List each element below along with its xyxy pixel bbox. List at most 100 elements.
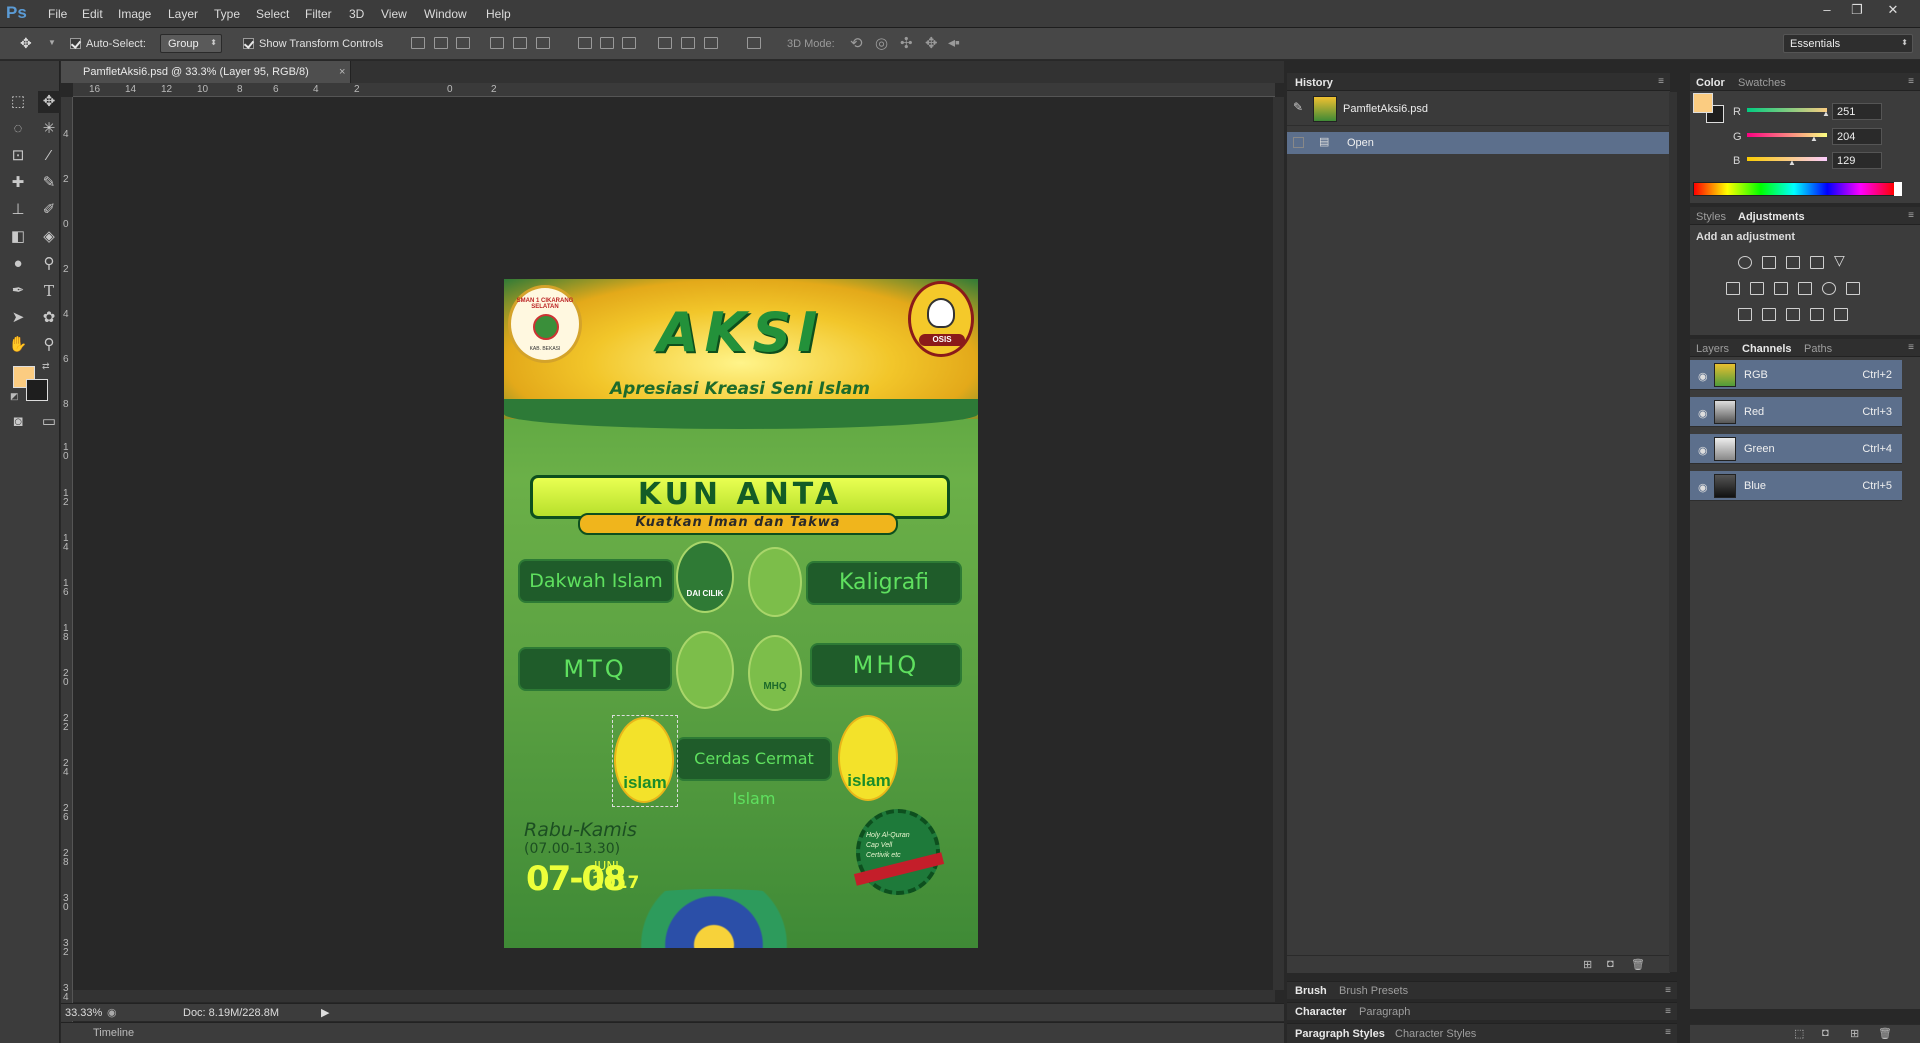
brush-tool-icon[interactable]: ✎ xyxy=(38,172,60,194)
restore-button[interactable]: ❐ xyxy=(1846,2,1868,20)
brightness-contrast-icon[interactable] xyxy=(1738,256,1752,269)
panel-menu-icon[interactable]: ≡ xyxy=(1908,342,1914,353)
slider-thumb-icon[interactable]: ▲ xyxy=(1810,134,1818,143)
menu-window[interactable]: Window xyxy=(424,7,467,21)
distribute-left-icon[interactable] xyxy=(658,37,672,49)
status-menu-arrow-icon[interactable]: ▶ xyxy=(321,1006,329,1019)
slider-thumb-icon[interactable]: ▲ xyxy=(1822,109,1830,118)
posterize-icon[interactable] xyxy=(1762,308,1776,321)
new-channel-icon[interactable]: ⊞ xyxy=(1850,1027,1859,1040)
horizontal-scrollbar[interactable] xyxy=(73,990,1275,1002)
channel-mixer-icon[interactable] xyxy=(1822,282,1836,295)
auto-select-checkbox[interactable] xyxy=(70,38,81,49)
align-right-icon[interactable] xyxy=(536,37,550,49)
zoom-tool-icon[interactable]: ⚲ xyxy=(38,334,60,356)
status-info-icon[interactable]: ◉ xyxy=(107,1006,117,1019)
align-top-icon[interactable] xyxy=(411,37,425,49)
tab-paths[interactable]: Paths xyxy=(1804,343,1832,355)
dodge-tool-icon[interactable]: ⚲ xyxy=(38,253,60,275)
3d-slide-icon[interactable]: ✥ xyxy=(925,34,938,52)
3d-rotate-icon[interactable]: ⟲ xyxy=(850,34,863,52)
curves-icon[interactable] xyxy=(1786,256,1800,269)
align-vcenter-icon[interactable] xyxy=(434,37,448,49)
menu-select[interactable]: Select xyxy=(256,7,289,21)
move-tool-icon[interactable]: ✥ xyxy=(20,35,32,52)
3d-drag-icon[interactable]: ✣ xyxy=(900,34,913,52)
tab-brush[interactable]: Brush xyxy=(1295,985,1327,997)
levels-icon[interactable] xyxy=(1762,256,1776,269)
tab-brush-presets[interactable]: Brush Presets xyxy=(1339,985,1408,997)
menu-filter[interactable]: Filter xyxy=(305,7,332,21)
panel-menu-icon[interactable]: ≡ xyxy=(1665,1027,1671,1038)
crop-tool-icon[interactable]: ⊡ xyxy=(7,145,29,167)
distribute-right-icon[interactable] xyxy=(704,37,718,49)
history-brush-source-icon[interactable]: ✎ xyxy=(1293,100,1303,114)
tab-channels[interactable]: Channels xyxy=(1742,343,1792,355)
auto-align-icon[interactable] xyxy=(747,37,761,49)
visibility-eye-icon[interactable]: ◉ xyxy=(1698,407,1708,420)
tab-character-styles[interactable]: Character Styles xyxy=(1395,1028,1476,1040)
blue-slider[interactable] xyxy=(1747,157,1827,161)
history-snapshot[interactable]: ✎ PamfletAksi6.psd xyxy=(1287,92,1670,126)
slider-thumb-icon[interactable]: ▲ xyxy=(1788,158,1796,167)
align-hcenter-icon[interactable] xyxy=(513,37,527,49)
move-tool-icon[interactable]: ✥ xyxy=(38,91,60,113)
history-brush-icon[interactable]: ✐ xyxy=(38,199,60,221)
menu-view[interactable]: View xyxy=(381,7,407,21)
panel-menu-icon[interactable]: ≡ xyxy=(1665,1006,1671,1017)
horizontal-ruler[interactable]: 16 14 12 10 8 6 4 2 0 2 xyxy=(73,83,1275,97)
close-button[interactable]: ✕ xyxy=(1882,2,1904,20)
type-tool-icon[interactable]: T xyxy=(38,280,60,302)
eraser-tool-icon[interactable]: ◧ xyxy=(7,226,29,248)
visibility-eye-icon[interactable]: ◉ xyxy=(1698,370,1708,383)
distribute-hcenter-icon[interactable] xyxy=(681,37,695,49)
save-selection-channel-icon[interactable]: ◘ xyxy=(1822,1027,1829,1039)
color-spectrum-white[interactable] xyxy=(1894,182,1902,196)
magic-wand-icon[interactable]: ✳ xyxy=(38,118,60,140)
vertical-ruler[interactable]: 4 2 0 2 4 6 8 1 0 1 2 1 4 1 6 1 8 2 0 2 … xyxy=(61,97,73,1037)
menu-file[interactable]: File xyxy=(48,7,67,21)
clone-stamp-icon[interactable]: ⊥ xyxy=(7,199,29,221)
distribute-top-icon[interactable] xyxy=(578,37,592,49)
color-panel-foreground-swatch[interactable] xyxy=(1693,93,1713,113)
color-spectrum[interactable] xyxy=(1693,182,1895,196)
color-lookup-icon[interactable] xyxy=(1846,282,1860,295)
history-step-checkbox[interactable] xyxy=(1293,137,1304,148)
tab-character[interactable]: Character xyxy=(1295,1006,1346,1018)
document-tab[interactable]: PamfletAksi6.psd @ 33.3% (Layer 95, RGB/… xyxy=(61,61,351,83)
3d-scale-icon[interactable]: ◂▪ xyxy=(948,34,960,51)
visibility-eye-icon[interactable]: ◉ xyxy=(1698,481,1708,494)
black-white-icon[interactable] xyxy=(1774,282,1788,295)
panel-menu-icon[interactable]: ≡ xyxy=(1658,76,1664,87)
paint-bucket-icon[interactable]: ◈ xyxy=(38,226,60,248)
path-selection-icon[interactable]: ➤ xyxy=(7,307,29,329)
show-transform-checkbox[interactable] xyxy=(243,38,254,49)
distribute-vcenter-icon[interactable] xyxy=(600,37,614,49)
auto-select-dropdown[interactable]: Group ⬍ xyxy=(160,34,222,53)
screen-mode-icon[interactable]: ▭ xyxy=(38,411,60,433)
tab-layers[interactable]: Layers xyxy=(1696,343,1729,355)
align-left-icon[interactable] xyxy=(490,37,504,49)
document-canvas[interactable]: SMAN 1 CIKARANG SELATAN KAB. BEKASI OSIS… xyxy=(504,279,978,948)
panel-menu-icon[interactable]: ≡ xyxy=(1908,210,1914,221)
hand-tool-icon[interactable]: ✋ xyxy=(7,334,29,356)
quick-mask-icon[interactable]: ◙ xyxy=(7,411,29,433)
workspace-dropdown[interactable]: Essentials ⬍ xyxy=(1783,34,1913,53)
pen-tool-icon[interactable]: ✒ xyxy=(7,280,29,302)
menu-layer[interactable]: Layer xyxy=(168,7,198,21)
panel-menu-icon[interactable]: ≡ xyxy=(1908,76,1914,87)
lasso-tool-icon[interactable]: ◌ xyxy=(7,118,29,140)
tab-swatches[interactable]: Swatches xyxy=(1738,77,1786,89)
background-color-swatch[interactable] xyxy=(26,379,48,401)
menu-edit[interactable]: Edit xyxy=(82,7,103,21)
tab-paragraph[interactable]: Paragraph xyxy=(1359,1006,1410,1018)
gradient-map-icon[interactable] xyxy=(1834,308,1848,321)
selective-color-icon[interactable] xyxy=(1810,308,1824,321)
marquee-tool-icon[interactable]: ⬚ xyxy=(7,91,29,113)
load-channel-selection-icon[interactable]: ⬚ xyxy=(1794,1027,1804,1040)
swap-colors-icon[interactable]: ⇄ xyxy=(42,361,50,372)
tab-paragraph-styles[interactable]: Paragraph Styles xyxy=(1295,1028,1385,1040)
align-bottom-icon[interactable] xyxy=(456,37,470,49)
minimize-button[interactable]: – xyxy=(1816,2,1838,20)
channel-row-blue[interactable]: ◉ Blue Ctrl+5 xyxy=(1690,471,1902,501)
